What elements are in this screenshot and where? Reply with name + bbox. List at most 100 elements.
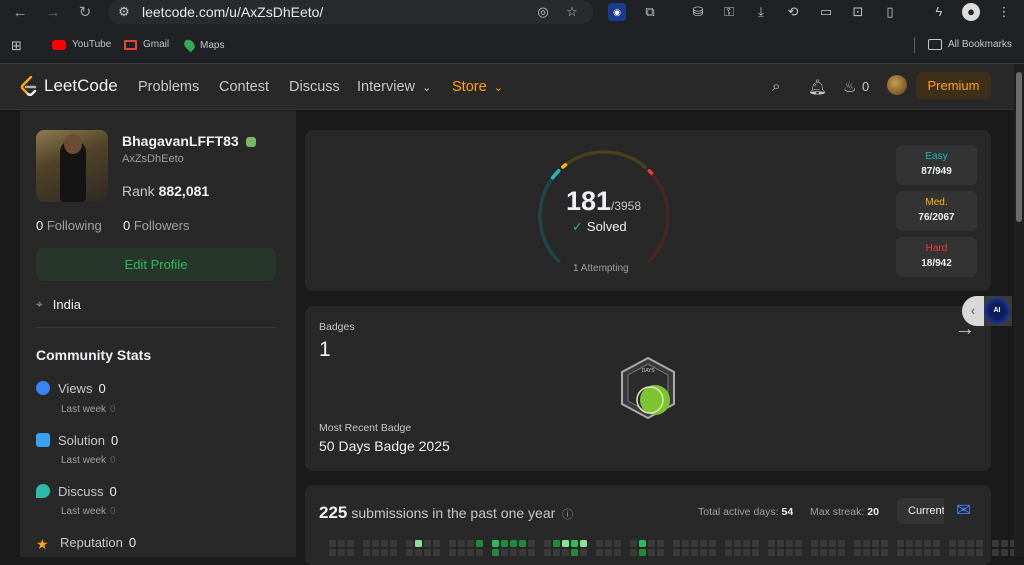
heatmap-cell[interactable] [519,540,526,547]
heatmap-cell[interactable] [519,549,526,556]
heatmap-cell[interactable] [786,549,793,556]
heatmap-cell[interactable] [863,549,870,556]
heatmap-cell[interactable] [338,540,345,547]
heatmap-cell[interactable] [528,549,535,556]
heatmap-cell[interactable] [553,549,560,556]
heatmap-cell[interactable] [596,540,603,547]
heatmap-cell[interactable] [415,549,422,556]
forward-icon[interactable]: → [44,4,62,22]
heatmap-cell[interactable] [967,549,974,556]
heatmap-cell[interactable] [639,540,646,547]
bookmark-gmail[interactable]: Gmail [124,39,169,50]
heatmap-cell[interactable] [544,540,551,547]
following-link[interactable]: 0 Following [36,218,102,233]
url-text[interactable]: leetcode.com/u/AxZsDhEeto/ [142,4,323,20]
heatmap-cell[interactable] [881,549,888,556]
heatmap-cell[interactable] [381,549,388,556]
heatmap-cell[interactable] [363,540,370,547]
heatmap-cell[interactable] [562,549,569,556]
heatmap-cell[interactable] [424,540,431,547]
heatmap-cell[interactable] [657,540,664,547]
heatmap-cell[interactable] [838,540,845,547]
heatmap-cell[interactable] [691,549,698,556]
heatmap-cell[interactable] [372,540,379,547]
menu-kebab-icon[interactable]: ⋮ [995,3,1013,21]
heatmap-cell[interactable] [1001,540,1008,547]
heatmap-cell[interactable] [329,540,336,547]
heatmap-cell[interactable] [838,549,845,556]
info-icon[interactable]: ⓘ [562,509,573,521]
heatmap-cell[interactable] [571,540,578,547]
heatmap-cell[interactable] [829,540,836,547]
heatmap-cell[interactable] [528,540,535,547]
heatmap-cell[interactable] [777,549,784,556]
heatmap-cell[interactable] [673,549,680,556]
heatmap-cell[interactable] [553,540,560,547]
heatmap-cell[interactable] [863,540,870,547]
heatmap-cell[interactable] [897,549,904,556]
heatmap-cell[interactable] [967,540,974,547]
heatmap-cell[interactable] [795,549,802,556]
nav-contest[interactable]: Contest [219,79,269,95]
heatmap-cell[interactable] [829,549,836,556]
heatmap-cell[interactable] [682,549,689,556]
heatmap-cell[interactable] [571,549,578,556]
heatmap-cell[interactable] [630,540,637,547]
reload-icon[interactable]: ↻ [76,4,94,22]
heatmap-cell[interactable] [854,549,861,556]
heatmap-cell[interactable] [673,540,680,547]
heatmap-cell[interactable] [992,549,999,556]
heatmap-cell[interactable] [700,540,707,547]
bookmark-youtube[interactable]: YouTube [52,39,111,50]
heatmap-cell[interactable] [415,540,422,547]
heatmap-cell[interactable] [820,549,827,556]
heatmap-cell[interactable] [449,540,456,547]
heatmap-cell[interactable] [768,540,775,547]
heatmap-cell[interactable] [881,540,888,547]
heatmap-cell[interactable] [390,549,397,556]
difficulty-easy[interactable]: Easy 87/949 [896,145,977,185]
search-icon[interactable]: ⌕ [772,78,780,95]
heatmap-cell[interactable] [390,540,397,547]
extensions-puzzle-icon[interactable]: ⧉ [641,3,659,21]
heatmap-cell[interactable] [924,549,931,556]
nav-interview[interactable]: Interview ⌄ [357,79,431,95]
bookmark-star-icon[interactable]: ☆ [564,4,580,20]
heatmap-cell[interactable] [743,540,750,547]
heatmap-cell[interactable] [580,540,587,547]
heatmap-cell[interactable] [363,549,370,556]
eye-off-icon[interactable]: ◎ [535,4,551,20]
heatmap-cell[interactable] [347,549,354,556]
feedback-chat-icon[interactable]: ✉ [944,492,983,528]
heatmap-cell[interactable] [709,540,716,547]
heatmap-cell[interactable] [743,549,750,556]
scrollbar-thumb[interactable] [1016,72,1022,222]
bookmark-maps[interactable]: Maps [182,37,224,53]
heatmap-cell[interactable] [992,540,999,547]
heatmap-cell[interactable] [933,540,940,547]
edit-profile-button[interactable]: Edit Profile [36,248,276,281]
heatmap-cell[interactable] [492,540,499,547]
heatmap-cell[interactable] [777,540,784,547]
screenshot-icon[interactable]: ⊡ [849,3,867,21]
extension-icon[interactable]: ◉ [608,3,626,21]
heatmap-cell[interactable] [648,549,655,556]
heatmap-cell[interactable] [596,549,603,556]
profile-avatar-icon[interactable]: ● [962,3,980,21]
apps-grid-icon[interactable]: ⊞ [11,38,22,54]
heatmap-cell[interactable] [458,549,465,556]
heatmap-cell[interactable] [510,549,517,556]
heatmap-cell[interactable] [614,540,621,547]
heatmap-cell[interactable] [630,549,637,556]
heatmap-cell[interactable] [449,549,456,556]
heatmap-cell[interactable] [795,540,802,547]
heatmap-cell[interactable] [709,549,716,556]
heatmap-cell[interactable] [458,540,465,547]
cast-icon[interactable]: ▭ [817,3,835,21]
heatmap-cell[interactable] [752,540,759,547]
heatmap-cell[interactable] [768,549,775,556]
heatmap-cell[interactable] [734,549,741,556]
heatmap-cell[interactable] [734,540,741,547]
heatmap-cell[interactable] [976,549,983,556]
heatmap-cell[interactable] [372,549,379,556]
